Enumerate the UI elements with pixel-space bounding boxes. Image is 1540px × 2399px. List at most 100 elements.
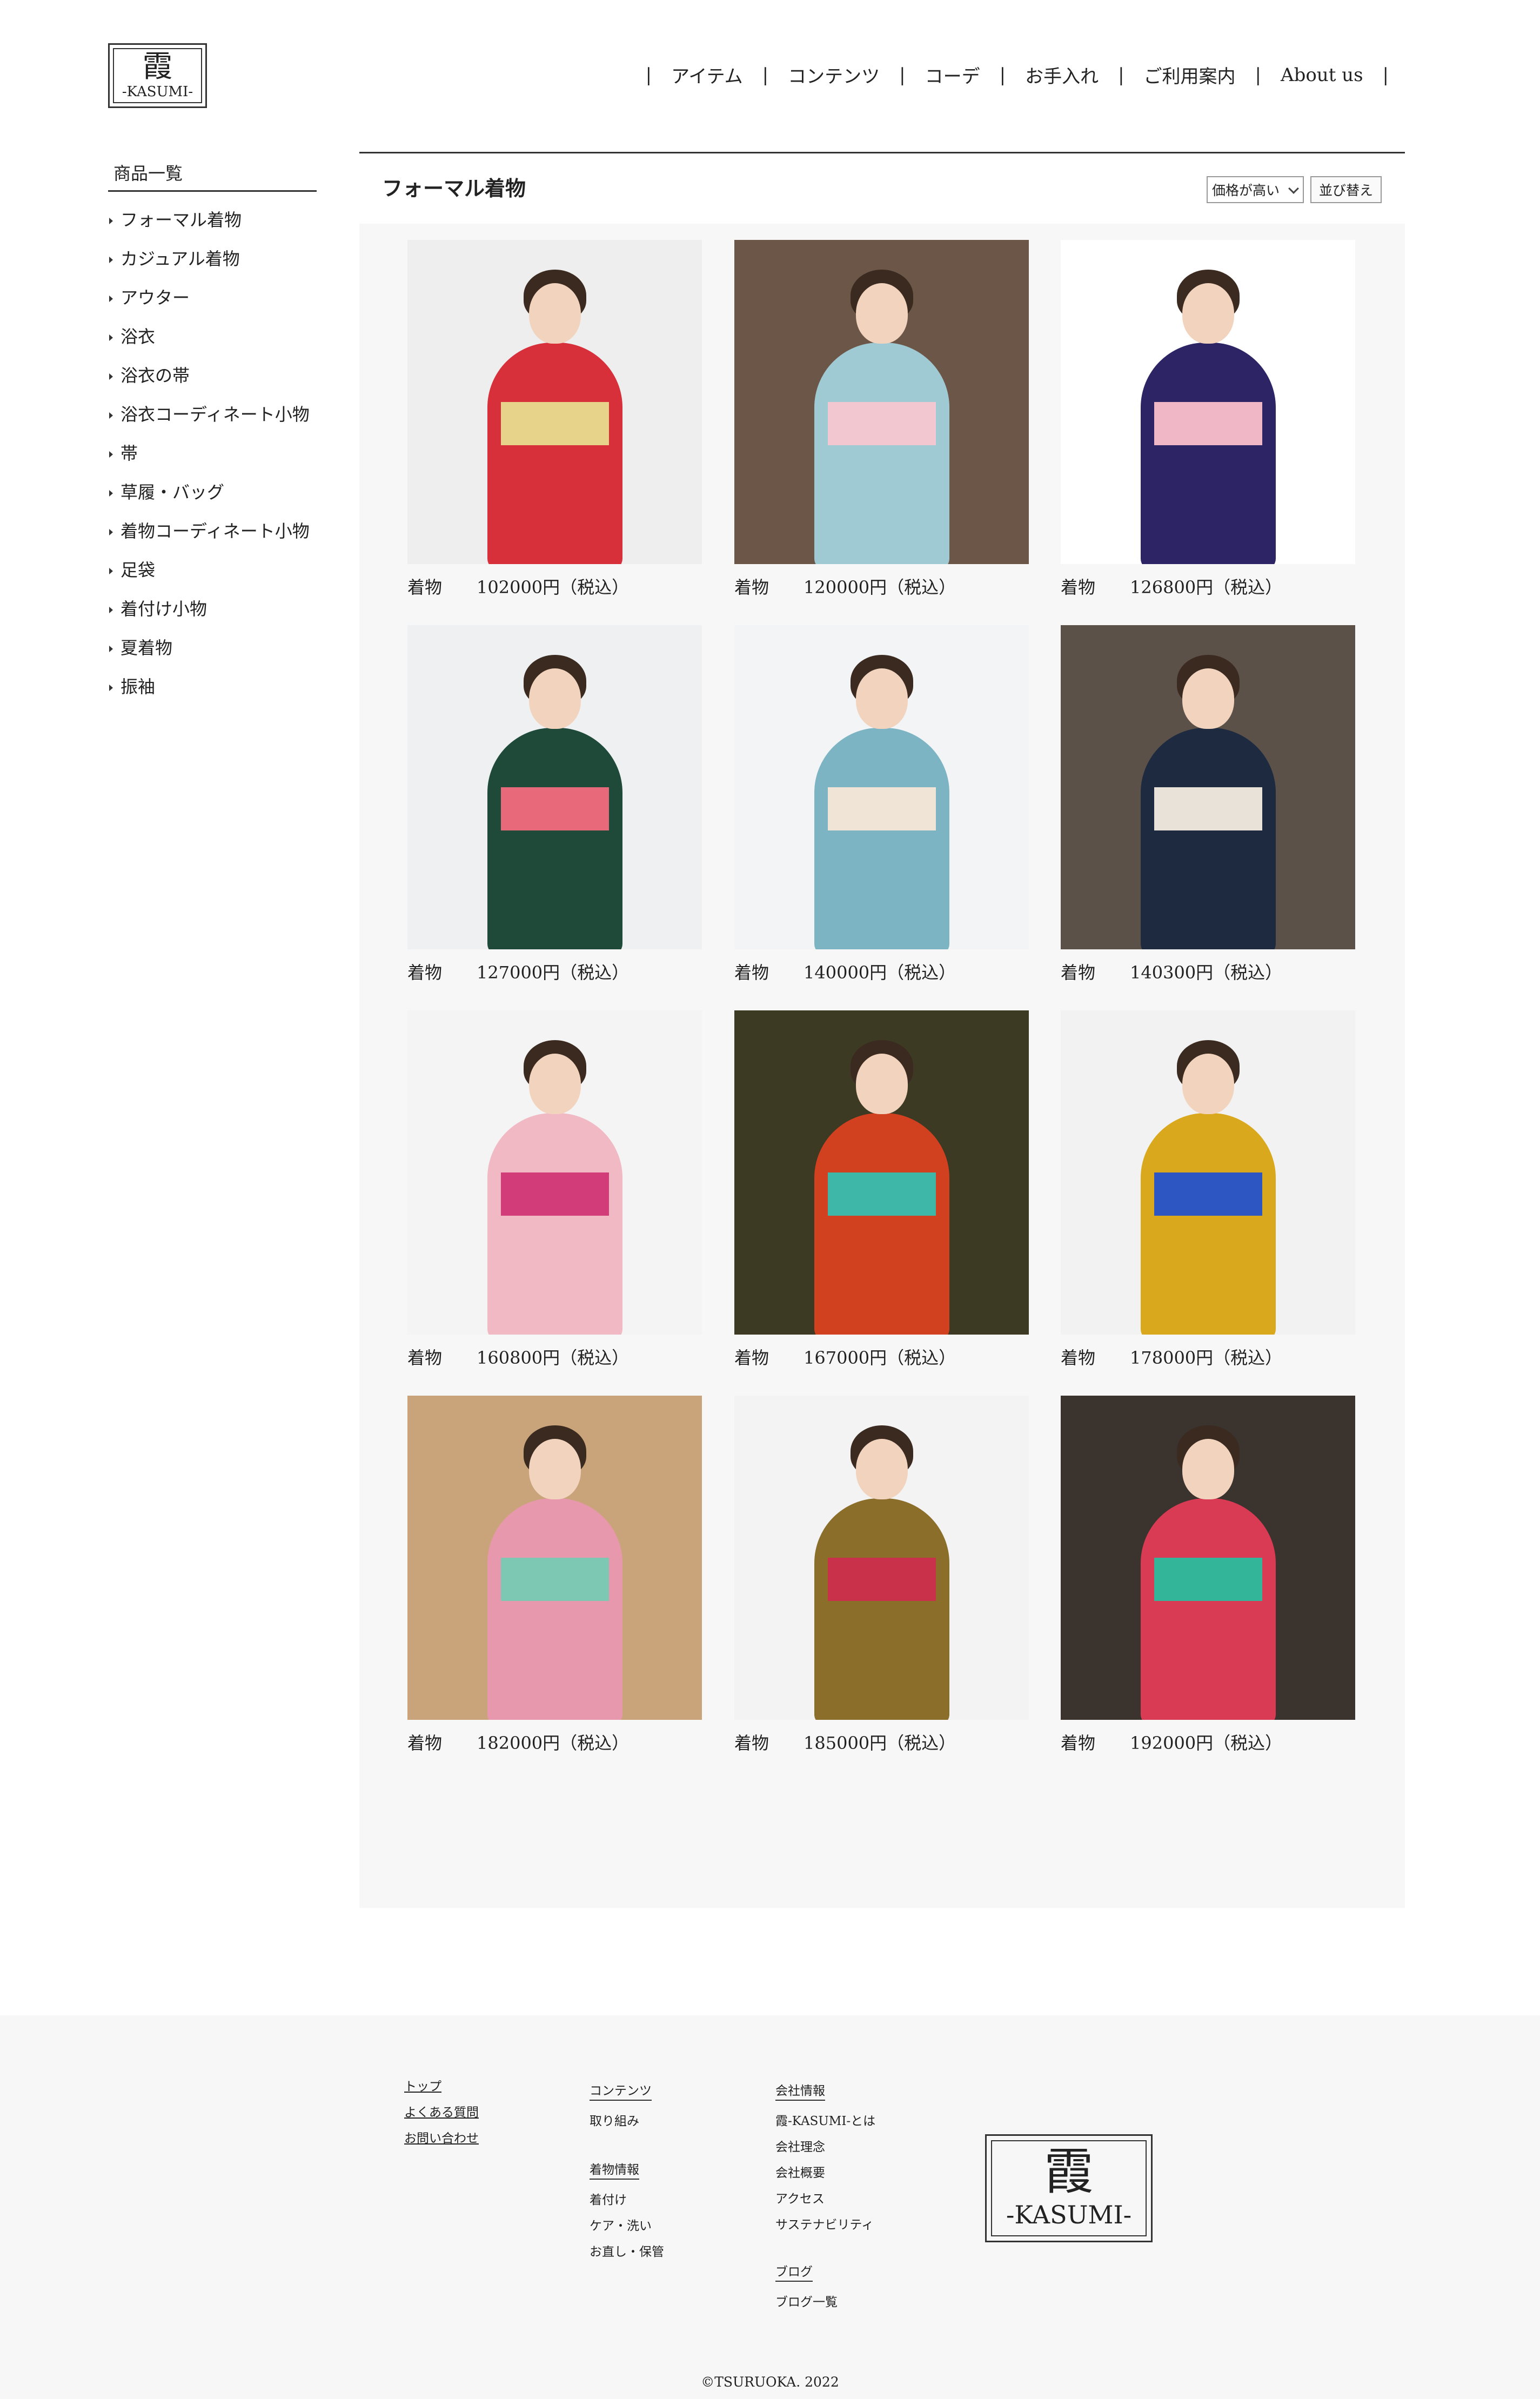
footer-link-sustainability[interactable]: サステナビリティ: [775, 2212, 875, 2238]
product-caption: 着物 182000円（税込）: [407, 1730, 702, 1754]
product-category: 着物: [1061, 577, 1096, 598]
footer-heading-company[interactable]: 会社情報: [775, 2080, 825, 2101]
nav-separator: |: [1382, 64, 1389, 86]
caret-right-icon: [109, 451, 113, 458]
footer-link-contact[interactable]: お問い合わせ: [404, 2126, 479, 2152]
caret-right-icon: [109, 490, 113, 497]
product-card[interactable]: 着物 182000円（税込）: [407, 1396, 702, 1754]
product-photo[interactable]: [1061, 240, 1355, 564]
nav-separator: |: [1118, 64, 1124, 86]
product-card[interactable]: 着物 167000円（税込）: [734, 1010, 1029, 1369]
product-price: 126800円（税込）: [1130, 577, 1283, 598]
footer-link-dressing[interactable]: 着付け: [590, 2187, 664, 2213]
sidebar-item-label: 浴衣の帯: [120, 365, 190, 386]
sidebar-item[interactable]: アウター: [108, 277, 317, 316]
footer-brand-logo[interactable]: 霞 -KASUMI-: [985, 2134, 1153, 2242]
sidebar-list: フォーマル着物 カジュアル着物 アウター 浴衣浴衣の帯浴衣コーディネート小物帯草履・バ…: [108, 199, 317, 705]
caret-right-icon: [109, 218, 113, 224]
footer-link-faq[interactable]: よくある質問: [404, 2100, 479, 2126]
top-navigation: | アイテム | コンテンツ | コーデ | お手入れ | ご利用案内 | Ab…: [646, 62, 1389, 88]
product-category: 着物: [407, 962, 443, 983]
product-card[interactable]: 着物 102000円（税込）: [407, 240, 702, 599]
nav-item-items[interactable]: アイテム: [671, 62, 743, 88]
footer-link-top[interactable]: トップ: [404, 2074, 479, 2100]
nav-item-guide[interactable]: ご利用案内: [1144, 62, 1236, 88]
product-photo[interactable]: [1061, 1010, 1355, 1335]
sort-select-value: 価格が高い: [1212, 183, 1280, 198]
sidebar-item[interactable]: 浴衣: [108, 316, 317, 355]
product-card[interactable]: 着物 185000円（税込）: [734, 1396, 1029, 1754]
product-category: 着物: [1061, 962, 1096, 983]
sidebar-item[interactable]: 夏着物: [108, 627, 317, 666]
sidebar-item[interactable]: カジュアル着物: [108, 238, 317, 277]
nav-item-contents[interactable]: コンテンツ: [788, 62, 880, 88]
product-price: 140300円（税込）: [1130, 962, 1283, 983]
nav-item-care[interactable]: お手入れ: [1025, 62, 1099, 88]
caret-right-icon: [109, 257, 113, 263]
footer-link-repair-storage[interactable]: お直し・保管: [590, 2239, 664, 2265]
caret-right-icon: [109, 685, 113, 691]
sidebar-item[interactable]: 帯: [108, 433, 317, 472]
sidebar-item[interactable]: 着物コーディネート小物: [108, 511, 317, 550]
product-caption: 着物 126800円（税込）: [1061, 574, 1355, 599]
sidebar-item-label: 夏着物: [120, 638, 173, 658]
chevron-down-icon: [1288, 183, 1299, 194]
product-photo[interactable]: [407, 240, 702, 564]
footer-link-philosophy[interactable]: 会社理念: [775, 2134, 875, 2160]
footer: [0, 2015, 1540, 2399]
product-photo[interactable]: [407, 625, 702, 949]
nav-separator: |: [899, 64, 906, 86]
product-photo[interactable]: [1061, 625, 1355, 949]
product-category: 着物: [1061, 1733, 1096, 1753]
product-price: 120000円（税込）: [804, 577, 956, 598]
product-photo[interactable]: [407, 1396, 702, 1720]
footer-link-overview[interactable]: 会社概要: [775, 2160, 875, 2186]
product-photo[interactable]: [407, 1010, 702, 1335]
sidebar-item[interactable]: 足袋: [108, 550, 317, 588]
footer-link-initiatives[interactable]: 取り組み: [590, 2108, 652, 2134]
product-photo[interactable]: [734, 625, 1029, 949]
sort-select[interactable]: 価格が高い: [1207, 176, 1304, 203]
product-category: 着物: [407, 1348, 443, 1368]
product-photo[interactable]: [734, 240, 1029, 564]
sidebar-item[interactable]: 着付け小物: [108, 588, 317, 627]
nav-item-about[interactable]: About us: [1281, 64, 1363, 86]
sidebar-item[interactable]: 浴衣コーディネート小物: [108, 394, 317, 433]
footer-link-care-wash[interactable]: ケア・洗い: [590, 2213, 664, 2239]
sidebar-item[interactable]: 浴衣の帯: [108, 355, 317, 394]
footer-link-about-kasumi[interactable]: 霞-KASUMI-とは: [775, 2108, 875, 2134]
caret-right-icon: [109, 373, 113, 380]
product-photo[interactable]: [1061, 1396, 1355, 1720]
product-card[interactable]: 着物 160800円（税込）: [407, 1010, 702, 1369]
nav-item-coordinate[interactable]: コーデ: [925, 62, 980, 88]
footer-heading-blog[interactable]: ブログ: [775, 2261, 813, 2282]
nav-separator: |: [999, 64, 1006, 86]
nav-separator: |: [762, 64, 769, 86]
product-caption: 着物 120000円（税込）: [734, 574, 1029, 599]
product-photo[interactable]: [734, 1396, 1029, 1720]
product-card[interactable]: 着物 120000円（税込）: [734, 240, 1029, 599]
sidebar-item[interactable]: 振袖: [108, 666, 317, 705]
product-category: 着物: [734, 1733, 769, 1753]
product-card[interactable]: 着物 140300円（税込）: [1061, 625, 1355, 984]
product-caption: 着物 178000円（税込）: [1061, 1344, 1355, 1369]
footer-link-access[interactable]: アクセス: [775, 2186, 875, 2212]
brand-logo[interactable]: 霞 -KASUMI-: [108, 43, 207, 108]
caret-right-icon: [109, 529, 113, 535]
sort-button[interactable]: 並び替え: [1310, 176, 1382, 203]
product-card[interactable]: 着物 140000円（税込）: [734, 625, 1029, 984]
footer-heading-kimono-info[interactable]: 着物情報: [590, 2159, 639, 2180]
sidebar-item[interactable]: 草履・バッグ: [108, 472, 317, 511]
product-photo[interactable]: [734, 1010, 1029, 1335]
product-card[interactable]: 着物 127000円（税込）: [407, 625, 702, 984]
brand-logo-roman: -KASUMI-: [122, 83, 193, 100]
product-price: 192000円（税込）: [1130, 1733, 1283, 1753]
footer-heading-contents[interactable]: コンテンツ: [590, 2080, 652, 2101]
product-card[interactable]: 着物 178000円（税込）: [1061, 1010, 1355, 1369]
footer-link-blog-list[interactable]: ブログ一覧: [775, 2289, 838, 2315]
product-category: 着物: [407, 1733, 443, 1753]
product-card[interactable]: 着物 126800円（税込）: [1061, 240, 1355, 599]
product-card[interactable]: 着物 192000円（税込）: [1061, 1396, 1355, 1754]
brand-logo-kanji: 霞: [142, 49, 173, 84]
sidebar-item[interactable]: フォーマル着物: [108, 199, 317, 238]
